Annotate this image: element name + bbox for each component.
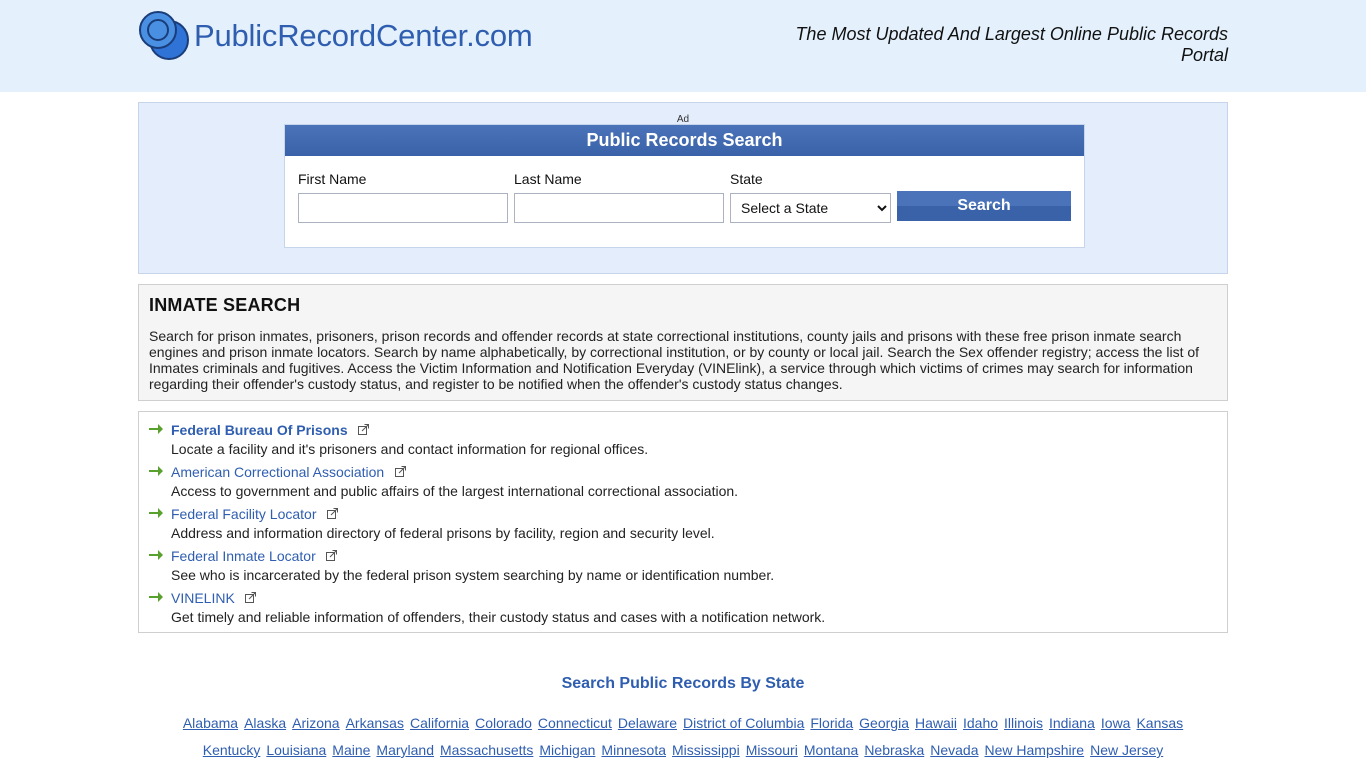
- state-link-arkansas[interactable]: Arkansas: [346, 715, 404, 731]
- link-federal-facility-locator[interactable]: Federal Facility Locator: [171, 506, 317, 522]
- state-link-colorado[interactable]: Colorado: [475, 715, 532, 731]
- list-item: VINELINK Get timely and reliable informa…: [149, 590, 1217, 632]
- first-name-field: First Name: [298, 171, 508, 223]
- list-item: Federal Bureau Of Prisons Locate a facil…: [149, 422, 1217, 464]
- last-name-label: Last Name: [514, 171, 582, 187]
- state-link-new-jersey[interactable]: New Jersey: [1090, 742, 1163, 758]
- site-logo[interactable]: PublicRecordCenter.com: [138, 10, 533, 62]
- page-title: INMATE SEARCH: [149, 295, 301, 315]
- state-links-row-1: Alabama Alaska Arizona Arkansas California Co…: [0, 715, 1366, 731]
- search-button[interactable]: Search: [897, 191, 1071, 221]
- state-link-idaho[interactable]: Idaho: [963, 715, 998, 731]
- state-link-florida[interactable]: Florida: [810, 715, 853, 731]
- site-header: PublicRecordCenter.com The Most Updated …: [0, 0, 1366, 92]
- list-item: American Correctional Association Access…: [149, 464, 1217, 506]
- state-link-montana[interactable]: Montana: [804, 742, 858, 758]
- last-name-input[interactable]: [514, 193, 724, 223]
- search-form-title: Public Records Search: [285, 125, 1084, 156]
- state-link-new-hampshire[interactable]: New Hampshire: [985, 742, 1085, 758]
- arrow-right-icon: [149, 466, 163, 476]
- state-link-massachusetts[interactable]: Massachusetts: [440, 742, 533, 758]
- state-link-minnesota[interactable]: Minnesota: [601, 742, 666, 758]
- link-description: Access to government and public affairs …: [171, 483, 739, 499]
- state-link-missouri[interactable]: Missouri: [746, 742, 798, 758]
- state-link-alaska[interactable]: Alaska: [244, 715, 286, 731]
- state-links-row-2: Kentucky Louisiana Maine Maryland Massachuse…: [0, 742, 1366, 758]
- state-link-illinois[interactable]: Illinois: [1004, 715, 1043, 731]
- state-link-nevada[interactable]: Nevada: [930, 742, 978, 758]
- list-item: Federal Facility Locator Address and inf…: [149, 506, 1217, 548]
- state-link-arizona[interactable]: Arizona: [292, 715, 339, 731]
- state-link-district-of-columbia[interactable]: District of Columbia: [683, 715, 804, 731]
- state-link-georgia[interactable]: Georgia: [859, 715, 909, 731]
- last-name-field: Last Name: [514, 171, 724, 223]
- link-federal-bureau-of-prisons[interactable]: Federal Bureau Of Prisons: [171, 422, 348, 438]
- site-tagline: The Most Updated And Largest Online Publ…: [795, 24, 1228, 65]
- external-link-icon: [326, 550, 338, 561]
- state-select[interactable]: Select a State: [730, 193, 891, 223]
- state-link-maryland[interactable]: Maryland: [376, 742, 434, 758]
- arrow-right-icon: [149, 424, 163, 434]
- state-field: State Select a State: [730, 171, 891, 223]
- public-records-search-form: Public Records Search First Name Last Na…: [284, 124, 1085, 248]
- link-american-correctional-association[interactable]: American Correctional Association: [171, 464, 384, 480]
- link-vinelink[interactable]: VINELINK: [171, 590, 235, 606]
- external-link-icon: [358, 424, 370, 435]
- first-name-label: First Name: [298, 171, 367, 187]
- arrow-right-icon: [149, 550, 163, 560]
- states-heading: Search Public Records By State: [561, 675, 805, 692]
- link-federal-inmate-locator[interactable]: Federal Inmate Locator: [171, 548, 316, 564]
- state-link-kentucky[interactable]: Kentucky: [203, 742, 261, 758]
- state-link-michigan[interactable]: Michigan: [539, 742, 595, 758]
- link-description: See who is incarcerated by the federal p…: [171, 567, 775, 583]
- link-description: Get timely and reliable information of o…: [171, 609, 826, 625]
- list-item: Federal Inmate Locator See who is incarc…: [149, 548, 1217, 590]
- external-link-icon: [326, 508, 338, 519]
- first-name-input[interactable]: [298, 193, 508, 223]
- external-link-icon: [394, 466, 406, 477]
- site-name: PublicRecordCenter.com: [194, 18, 533, 53]
- state-link-maine[interactable]: Maine: [332, 742, 370, 758]
- state-link-connecticut[interactable]: Connecticut: [538, 715, 612, 731]
- info-description: Search for prison inmates, prisoners, pr…: [149, 328, 1200, 392]
- arrow-right-icon: [149, 508, 163, 518]
- state-link-hawaii[interactable]: Hawaii: [915, 715, 957, 731]
- state-link-nebraska[interactable]: Nebraska: [864, 742, 924, 758]
- state-link-indiana[interactable]: Indiana: [1049, 715, 1095, 731]
- logo-circles-icon: [138, 10, 190, 62]
- state-link-louisiana[interactable]: Louisiana: [266, 742, 326, 758]
- inmate-search-info: INMATE SEARCH Search for prison inmates,…: [138, 284, 1228, 401]
- state-link-alabama[interactable]: Alabama: [183, 715, 238, 731]
- state-link-california[interactable]: California: [410, 715, 469, 731]
- arrow-right-icon: [149, 592, 163, 602]
- state-link-iowa[interactable]: Iowa: [1101, 715, 1131, 731]
- external-link-icon: [245, 592, 257, 603]
- state-link-mississippi[interactable]: Mississippi: [672, 742, 740, 758]
- resource-links-list: Federal Bureau Of Prisons Locate a facil…: [138, 411, 1228, 633]
- link-description: Address and information directory of fed…: [171, 525, 715, 541]
- state-label: State: [730, 171, 763, 187]
- link-description: Locate a facility and it's prisoners and…: [171, 441, 649, 457]
- state-link-delaware[interactable]: Delaware: [618, 715, 677, 731]
- search-panel: Ad Public Records Search First Name Last…: [138, 102, 1228, 274]
- state-link-kansas[interactable]: Kansas: [1136, 715, 1183, 731]
